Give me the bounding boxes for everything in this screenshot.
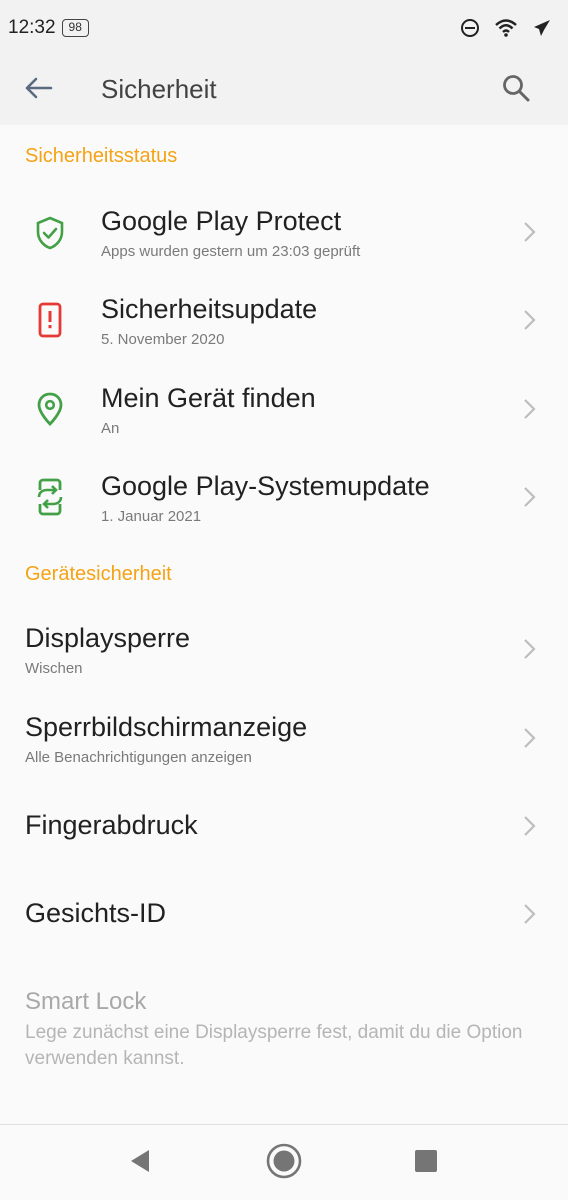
item-subtitle: 1. Januar 2021 bbox=[101, 508, 202, 525]
page-title: Sicherheit bbox=[101, 74, 217, 104]
location-pin-icon bbox=[30, 389, 70, 429]
battery-indicator: 98 bbox=[61, 19, 89, 37]
item-title: Fingerabdruck bbox=[25, 810, 198, 840]
chevron-right-icon bbox=[524, 639, 536, 659]
chevron-right-icon bbox=[524, 222, 536, 242]
item-title: Displaysperre bbox=[25, 623, 191, 653]
search-icon bbox=[501, 73, 531, 108]
status-bar: 12:32 98 bbox=[0, 0, 568, 56]
chevron-right-icon bbox=[524, 310, 536, 330]
status-icons bbox=[460, 18, 552, 38]
item-subtitle: 5. November 2020 bbox=[101, 331, 225, 348]
nav-back-triangle-icon bbox=[127, 1148, 153, 1179]
item-subtitle: Alle Benachrichtigungen anzeigen bbox=[25, 749, 252, 766]
nav-recents-button[interactable] bbox=[406, 1143, 446, 1183]
list-item-face-id[interactable]: Gesichts-ID bbox=[0, 872, 568, 958]
chevron-right-icon bbox=[524, 904, 536, 924]
item-title: Mein Gerät finden bbox=[101, 383, 316, 413]
list-item-fingerprint[interactable]: Fingerabdruck bbox=[0, 784, 568, 870]
list-item-system-update[interactable]: Google Play-Systemupdate 1. Januar 2021 bbox=[0, 455, 568, 541]
item-subtitle: Wischen bbox=[25, 660, 83, 677]
phone-alert-icon bbox=[30, 300, 70, 340]
nav-home-circle-icon bbox=[265, 1142, 303, 1185]
item-title: Sicherheitsupdate bbox=[101, 294, 318, 324]
item-title: Smart Lock bbox=[25, 988, 147, 1015]
chevron-right-icon bbox=[524, 728, 536, 748]
section-header-security-status: Sicherheitsstatus bbox=[25, 145, 178, 167]
app-bar: Sicherheit bbox=[0, 56, 568, 125]
arrow-back-icon bbox=[23, 76, 53, 105]
nav-recents-square-icon bbox=[413, 1148, 439, 1179]
list-item-smart-lock: Smart Lock Lege zunächst eine Displayspe… bbox=[0, 972, 568, 1082]
shield-check-icon bbox=[30, 213, 70, 253]
chevron-right-icon bbox=[524, 399, 536, 419]
item-title: Google Play Protect bbox=[101, 206, 342, 236]
item-subtitle: Apps wurden gestern um 23:03 geprüft bbox=[101, 243, 361, 260]
do-not-disturb-icon bbox=[460, 18, 480, 38]
nav-back-button[interactable] bbox=[120, 1143, 160, 1183]
list-item-security-update[interactable]: Sicherheitsupdate 5. November 2020 bbox=[0, 278, 568, 364]
item-title: Gesichts-ID bbox=[25, 898, 167, 928]
airplane-mode-icon bbox=[532, 18, 552, 38]
status-time: 12:32 bbox=[8, 17, 56, 38]
chevron-right-icon bbox=[524, 487, 536, 507]
item-subtitle: An bbox=[101, 420, 120, 437]
chevron-right-icon bbox=[524, 816, 536, 836]
item-title: Sperrbildschirmanzeige bbox=[25, 712, 308, 742]
nav-home-button[interactable] bbox=[264, 1143, 304, 1183]
back-button[interactable] bbox=[20, 72, 56, 108]
item-title: Google Play-Systemupdate bbox=[101, 471, 430, 501]
list-item-find-my-device[interactable]: Mein Gerät finden An bbox=[0, 367, 568, 453]
section-header-device-security: Gerätesicherheit bbox=[25, 563, 172, 585]
item-subtitle: Lege zunächst eine Displaysperre fest, d… bbox=[25, 1022, 523, 1069]
list-item-screen-lock[interactable]: Displaysperre Wischen bbox=[0, 607, 568, 693]
search-button[interactable] bbox=[496, 70, 536, 110]
navigation-bar bbox=[0, 1124, 568, 1200]
screen: 12:32 98 Sicherheit Sicherheitsstatus Go… bbox=[0, 0, 568, 1200]
list-item-lock-screen-display[interactable]: Sperrbildschirmanzeige Alle Benachrichti… bbox=[0, 696, 568, 782]
wifi-icon bbox=[494, 18, 518, 38]
system-update-icon bbox=[30, 477, 70, 517]
list-item-google-play-protect[interactable]: Google Play Protect Apps wurden gestern … bbox=[0, 190, 568, 276]
